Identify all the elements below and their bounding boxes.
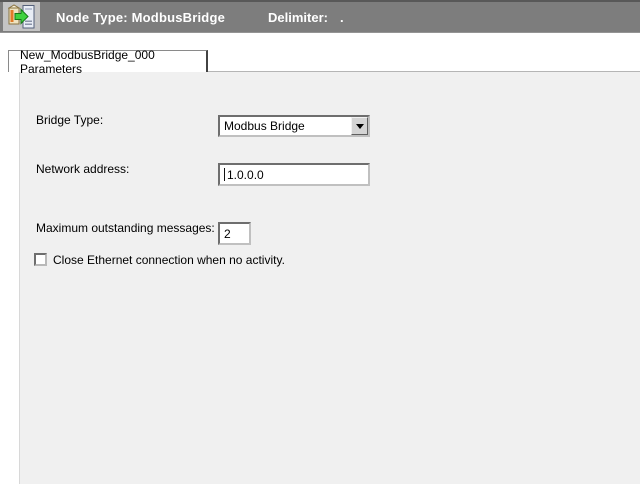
network-address-input[interactable]: 1.0.0.0 xyxy=(218,163,370,186)
modbus-bridge-node-icon xyxy=(8,4,36,30)
network-address-value: 1.0.0.0 xyxy=(227,168,264,182)
max-outstanding-value: 2 xyxy=(224,227,231,241)
bridge-type-dropdown-button[interactable] xyxy=(351,117,368,135)
close-ethernet-checkbox[interactable] xyxy=(34,253,47,266)
node-type-title: Node Type: ModbusBridge xyxy=(56,2,225,32)
delimiter-label: Delimiter: xyxy=(268,10,328,25)
bridge-type-dropdown[interactable]: Modbus Bridge xyxy=(218,115,370,137)
delimiter-group: Delimiter: . xyxy=(268,2,344,32)
modbus-bridge-parameters-window: Node Type: ModbusBridge Delimiter: . New… xyxy=(0,0,640,484)
close-ethernet-label: Close Ethernet connection when no activi… xyxy=(53,249,285,271)
delimiter-value: . xyxy=(340,10,344,25)
network-address-label: Network address: xyxy=(36,158,129,180)
bridge-type-label: Bridge Type: xyxy=(36,109,103,131)
max-outstanding-input[interactable]: 2 xyxy=(218,222,251,245)
max-outstanding-label: Maximum outstanding messages: xyxy=(36,217,215,239)
tab-parameters[interactable]: New_ModbusBridge_000 Parameters xyxy=(8,50,208,72)
bridge-type-selected-value: Modbus Bridge xyxy=(224,119,305,133)
tab-parameters-label: New_ModbusBridge_000 Parameters xyxy=(20,48,206,76)
node-icon-tile xyxy=(3,2,40,31)
text-caret xyxy=(224,168,225,181)
chevron-down-icon xyxy=(356,124,364,129)
node-type-header-bar: Node Type: ModbusBridge Delimiter: . xyxy=(0,0,640,33)
